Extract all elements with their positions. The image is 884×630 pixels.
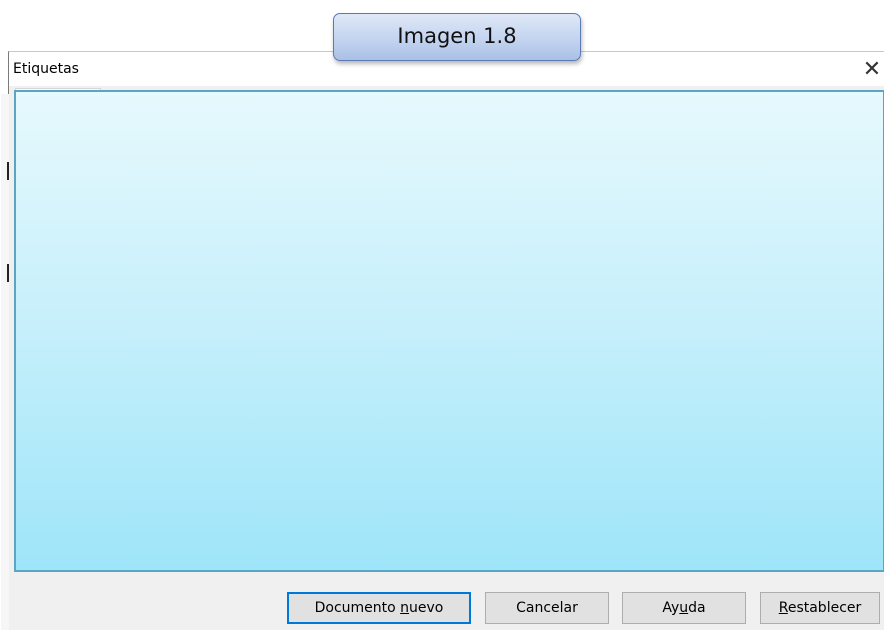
cancel-button[interactable]: Cancelar [485, 592, 609, 624]
new-document-label-after: uevo [409, 600, 444, 616]
help-mnemonic: u [679, 600, 689, 616]
edge-mark [7, 162, 9, 180]
new-document-label-before: Documento [314, 600, 401, 616]
cancel-label: Cancelar [516, 600, 578, 616]
new-document-mnemonic: n [400, 600, 410, 616]
reset-label-after: establecer [787, 600, 862, 616]
labels-dialog: Etiquetas ✕ Documento nuevo Cancelar Ayu… [1, 51, 884, 630]
help-label-after: da [688, 600, 706, 616]
help-label-before: Ay [662, 600, 680, 616]
close-icon[interactable]: ✕ [860, 56, 884, 82]
edge-mark [7, 264, 9, 282]
background-window-edge [1, 94, 9, 630]
reset-mnemonic: R [778, 600, 788, 616]
help-button[interactable]: Ayuda [622, 592, 746, 624]
dialog-content-panel [14, 90, 884, 572]
new-document-button[interactable]: Documento nuevo [287, 592, 471, 624]
dialog-title: Etiquetas [13, 61, 79, 77]
reset-button[interactable]: Restablecer [760, 592, 880, 624]
image-caption-label: Imagen 1.8 [333, 13, 581, 61]
